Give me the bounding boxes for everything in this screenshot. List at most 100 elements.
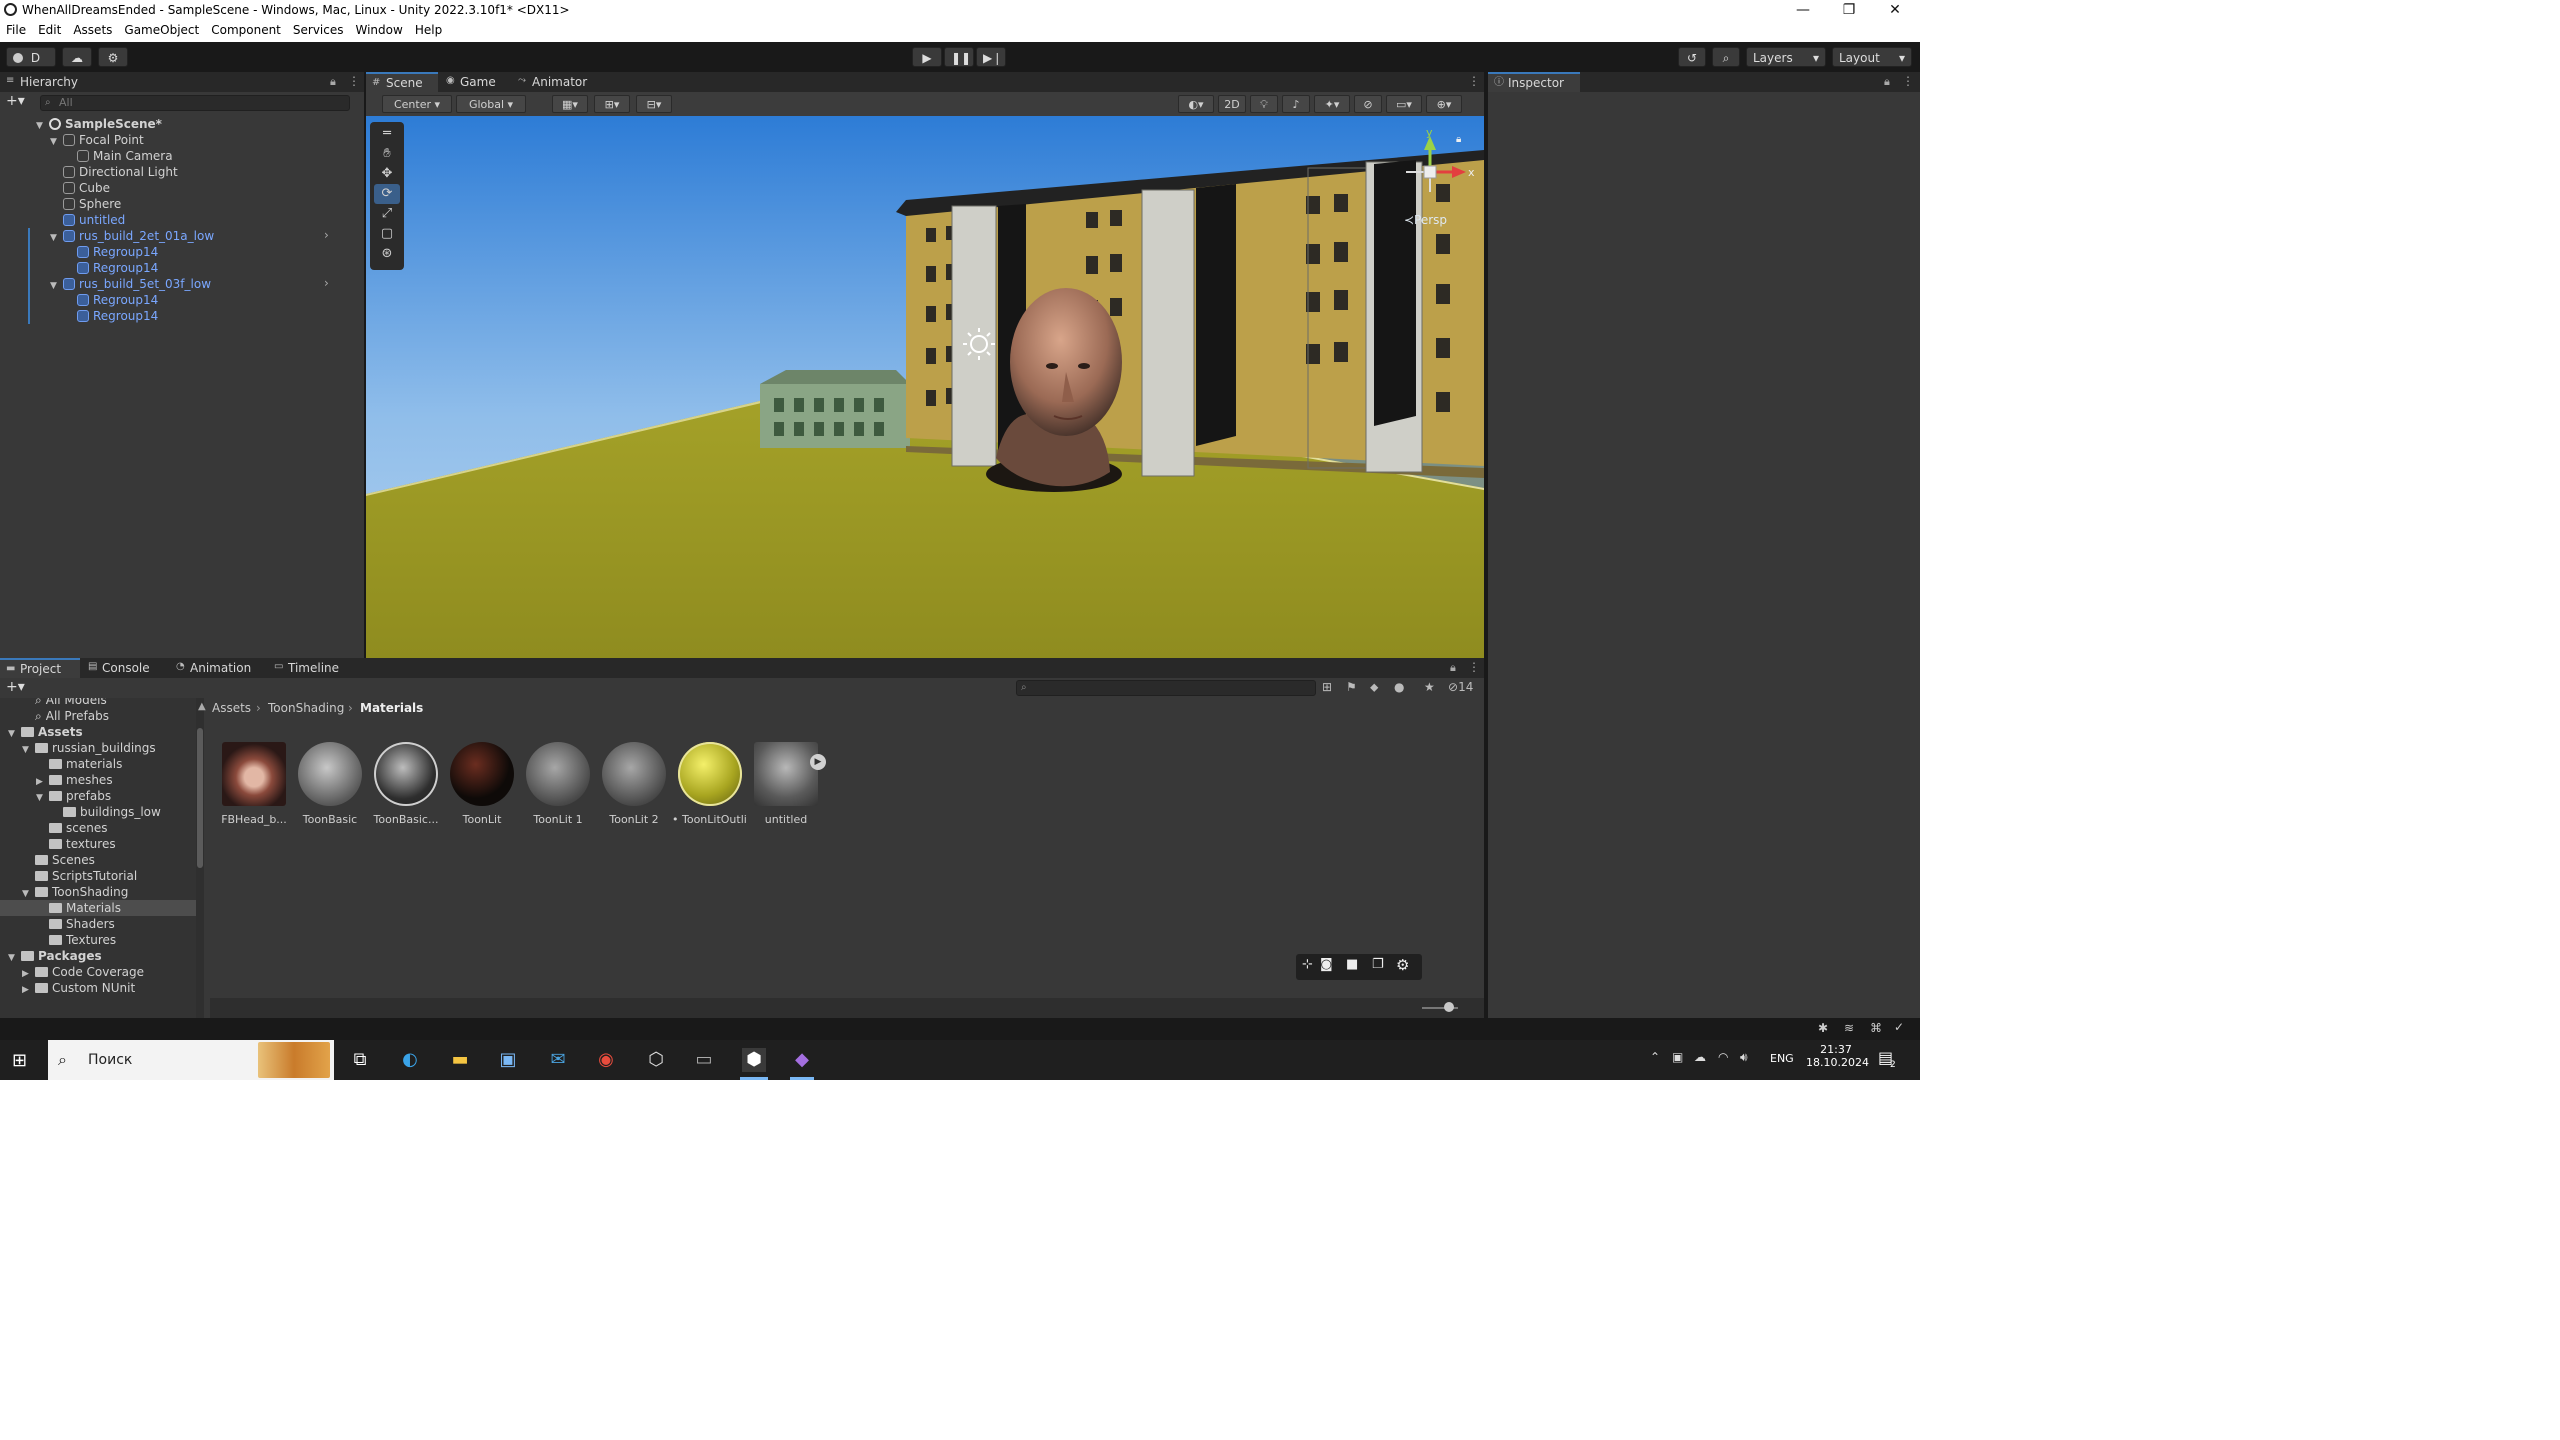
hierarchy-item[interactable]: Directional Light <box>50 164 178 180</box>
search-by-label-icon[interactable]: ⚑ <box>1346 680 1357 694</box>
unity-editor-icon[interactable]: ⬢ <box>742 1048 766 1072</box>
draw-mode-dropdown[interactable]: ◐▾ <box>1178 95 1214 113</box>
tab-timeline[interactable]: ▭ Timeline <box>268 658 360 678</box>
cloud-button[interactable]: ☁ <box>62 47 92 67</box>
project-folder-item[interactable]: ⌕ All Prefabs <box>0 708 196 724</box>
gizmo-lock-icon[interactable]: 🔒︎ <box>1456 134 1461 145</box>
folder-tree-scrollbar[interactable] <box>196 698 204 1018</box>
chevron-down-icon[interactable]: ▼ <box>50 278 60 294</box>
head-material-icon[interactable] <box>222 742 286 806</box>
material-sphere-icon[interactable] <box>526 742 590 806</box>
hierarchy-item[interactable]: Sphere <box>50 196 121 212</box>
chevron-up-icon[interactable]: ⌃ <box>1650 1050 1660 1064</box>
tab-animation[interactable]: ◔ Animation <box>170 658 266 678</box>
layout-dropdown[interactable]: Layout ▾ <box>1832 47 1912 67</box>
project-folder-item[interactable]: ▶ meshes <box>0 772 196 788</box>
breadcrumb-materials[interactable]: Materials <box>360 701 423 715</box>
pin-icon[interactable]: ⊹ <box>1302 957 1313 972</box>
effects-dropdown[interactable]: ✦▾ <box>1314 95 1350 113</box>
hierarchy-item[interactable]: Regroup14 <box>64 260 158 276</box>
tab-animator[interactable]: ⤳ Animator <box>512 72 606 92</box>
persp-label[interactable]: ≺Persp <box>1404 213 1447 227</box>
project-folder-item[interactable]: materials <box>0 756 196 772</box>
project-folder-item[interactable]: ⌕ All Models <box>0 698 196 708</box>
scene-viewport[interactable]: y x ≺Persp 🔒︎ ═ ✋︎ ✥ ⟳ ⤢ ▢ ⊛ <box>366 116 1484 658</box>
project-folder-item[interactable]: Materials <box>0 900 196 916</box>
chevron-down-icon[interactable]: ▼ <box>50 134 60 150</box>
collab-button[interactable]: ⚙ <box>98 47 128 67</box>
global-space-dropdown[interactable]: Global ▾ <box>456 95 526 113</box>
open-prefab-chevron-icon[interactable]: › <box>324 228 329 242</box>
rect-tool-icon[interactable]: ▢ <box>374 224 400 244</box>
edge-browser-icon[interactable]: ◐ <box>398 1048 422 1072</box>
project-folder-item[interactable]: Scenes <box>0 852 196 868</box>
hierarchy-item[interactable]: ▼ SampleScene* <box>36 116 162 132</box>
bug-icon[interactable]: ✱ <box>1818 1021 1828 1035</box>
hierarchy-item[interactable]: Regroup14 <box>64 308 158 324</box>
more-options-icon[interactable]: ⋮ <box>1902 74 1914 88</box>
chevron-down-icon[interactable]: ▼ <box>50 230 60 246</box>
project-folder-item[interactable]: buildings_low <box>0 804 196 820</box>
project-folder-item[interactable]: ▼ Packages <box>0 948 196 964</box>
project-folder-item[interactable]: scenes <box>0 820 196 836</box>
file-explorer-icon[interactable]: ▬ <box>448 1048 472 1072</box>
material-sphere-icon[interactable] <box>678 742 742 806</box>
mail-icon[interactable]: ✉ <box>546 1048 570 1072</box>
account-dropdown[interactable]: D ▾ <box>6 47 56 85</box>
project-folder-item[interactable]: ▶ Custom NUnit <box>0 980 196 996</box>
unity-hub-icon[interactable]: ⬡ <box>644 1048 668 1072</box>
asset-label[interactable]: ToonBasic <box>292 813 368 826</box>
network-icon[interactable]: ⌘ <box>1870 1021 1882 1035</box>
material-sphere-icon[interactable] <box>374 742 438 806</box>
asset-label[interactable]: ToonLit <box>444 813 520 826</box>
pivot-center-dropdown[interactable]: Center ▾ <box>382 95 452 113</box>
add-object-button[interactable]: +▾ <box>6 93 25 109</box>
task-view-icon[interactable]: ⧉ <box>348 1048 372 1072</box>
language-indicator[interactable]: ENG <box>1770 1052 1794 1065</box>
app-icon[interactable]: ▭ <box>692 1048 716 1072</box>
slider-handle[interactable] <box>1444 1002 1454 1012</box>
create-asset-button[interactable]: +▾ <box>6 679 25 695</box>
tab-inspector[interactable]: ⓘ Inspector <box>1488 72 1580 92</box>
material-sphere-icon[interactable] <box>450 742 514 806</box>
chrome-icon[interactable]: ◉ <box>594 1048 618 1072</box>
search-by-type-icon[interactable]: ⊞ <box>1322 680 1332 694</box>
visual-studio-icon[interactable]: ◆ <box>790 1048 814 1072</box>
onedrive-icon[interactable]: ☁ <box>1694 1050 1706 1064</box>
store-icon[interactable]: ▣ <box>496 1048 520 1072</box>
gizmos-dropdown[interactable]: ⊕▾ <box>1426 95 1462 113</box>
menu-services[interactable]: Services <box>287 20 350 37</box>
increment-snap-button[interactable]: ⊞▾ <box>594 95 630 113</box>
project-folder-item[interactable]: Shaders <box>0 916 196 932</box>
video-camera-icon[interactable]: ■ <box>1346 957 1358 972</box>
settings-gear-icon[interactable]: ⚙ <box>1396 956 1409 974</box>
hierarchy-item[interactable]: untitled <box>50 212 125 228</box>
asset-label[interactable]: • ToonLitOutli... <box>672 813 748 826</box>
project-folder-item[interactable]: ▼ Assets <box>0 724 196 740</box>
menu-gameobject[interactable]: GameObject <box>118 20 205 37</box>
tag-icon[interactable]: ⬥ <box>1370 680 1378 695</box>
layers-dropdown[interactable]: Layers ▾ <box>1746 47 1826 67</box>
lock-icon[interactable]: 🔒︎ <box>1450 661 1456 675</box>
copy-icon[interactable]: ❐ <box>1372 957 1384 972</box>
step-button[interactable]: ▶❘ <box>976 47 1006 67</box>
chevron-down-icon[interactable]: ▼ <box>36 118 46 134</box>
favorite-star-icon[interactable]: ★ <box>1424 680 1435 694</box>
asset-label[interactable]: ToonLit 2 <box>596 813 672 826</box>
close-button[interactable]: ✕ <box>1872 0 1918 20</box>
asset-label[interactable]: untitled <box>748 813 824 826</box>
asset-label[interactable]: ToonLit 1 <box>520 813 596 826</box>
open-prefab-chevron-icon[interactable]: › <box>324 276 329 290</box>
tab-console[interactable]: ▤ Console <box>82 658 168 678</box>
tab-project[interactable]: ▬ Project <box>0 658 80 678</box>
ruler-button[interactable]: ⊟▾ <box>636 95 672 113</box>
taskbar-search-input[interactable]: ⌕ Поиск <box>48 1040 334 1080</box>
more-options-icon[interactable]: ⋮ <box>1468 660 1480 674</box>
lock-icon[interactable]: 🔒︎ <box>1884 75 1890 89</box>
hierarchy-item[interactable]: ▼ rus_build_5et_03f_low <box>50 276 211 292</box>
log-level-icon[interactable]: ● <box>1394 680 1404 694</box>
lock-icon[interactable]: 🔒︎ <box>330 75 336 89</box>
breadcrumb-toonshading[interactable]: ToonShading <box>268 701 344 715</box>
project-folder-item[interactable]: ▼ ToonShading <box>0 884 196 900</box>
tab-scene[interactable]: # Scene <box>366 72 438 92</box>
